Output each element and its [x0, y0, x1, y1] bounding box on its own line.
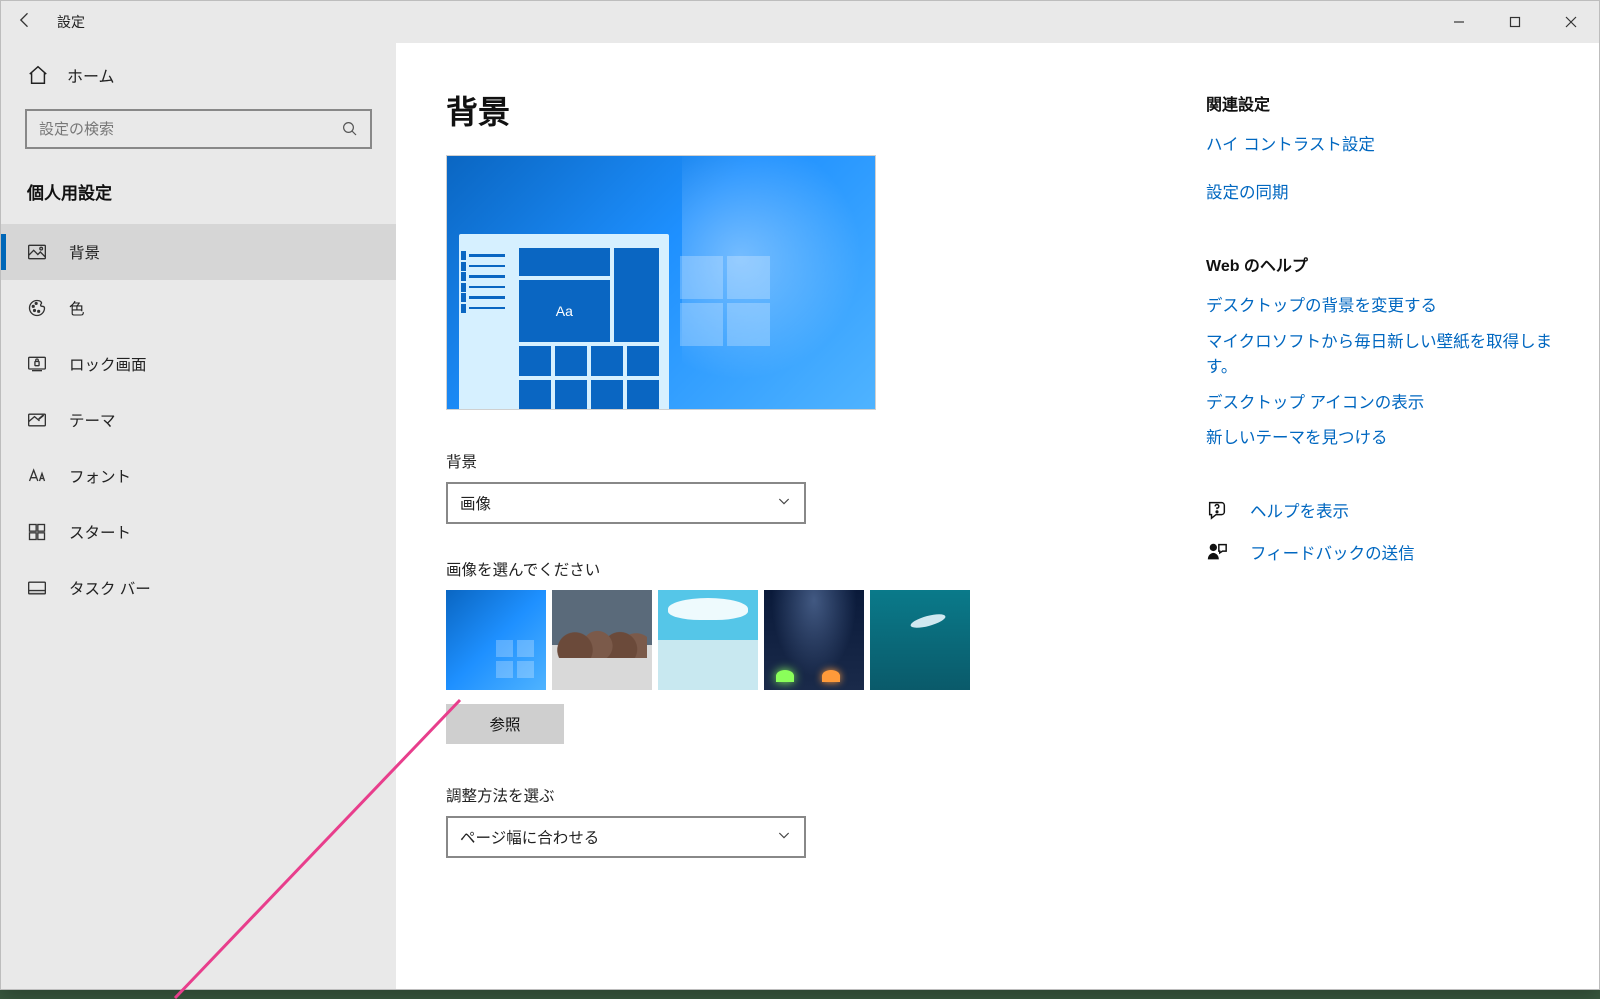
fit-label: 調整方法を選ぶ: [446, 784, 1086, 806]
web-link-find-themes[interactable]: 新しいテーマを見つける: [1206, 426, 1576, 452]
preview-sample-text: Aa: [519, 280, 610, 342]
web-link-change-bg[interactable]: デスクトップの背景を変更する: [1206, 294, 1576, 320]
back-button[interactable]: [1, 10, 49, 35]
select-value: 画像: [460, 492, 491, 514]
nav-item-taskbar[interactable]: タスク バー: [1, 560, 396, 616]
nav-label: 色: [69, 297, 85, 319]
picture-thumb-1[interactable]: [446, 590, 546, 690]
picture-thumbnails: [446, 590, 1086, 690]
minimize-button[interactable]: [1431, 1, 1487, 43]
search-icon: [330, 120, 370, 138]
close-button[interactable]: [1543, 1, 1599, 43]
sidebar: ホーム 個人用設定 背景: [1, 43, 396, 989]
related-settings-header: 関連設定: [1206, 91, 1576, 115]
chevron-down-icon: [776, 493, 792, 514]
help-label: ヘルプを表示: [1250, 498, 1349, 522]
window-title: 設定: [49, 12, 85, 32]
category-header: 個人用設定: [1, 167, 396, 224]
taskbar-icon: [27, 578, 49, 598]
preview-mock-window: Aa: [459, 234, 669, 409]
web-help-header: Web のヘルプ: [1206, 252, 1576, 276]
search-box[interactable]: [25, 109, 372, 149]
nav-label: タスク バー: [69, 577, 151, 599]
nav-label: ロック画面: [69, 353, 147, 375]
nav-item-themes[interactable]: テーマ: [1, 392, 396, 448]
nav-item-lockscreen[interactable]: ロック画面: [1, 336, 396, 392]
home-nav[interactable]: ホーム: [1, 51, 396, 99]
picture-icon: [27, 242, 49, 262]
feedback-label: フィードバックの送信: [1250, 540, 1415, 564]
feedback-icon: [1206, 541, 1228, 563]
nav-item-background[interactable]: 背景: [1, 224, 396, 280]
picture-thumb-2[interactable]: [552, 590, 652, 690]
give-feedback-link[interactable]: フィードバックの送信: [1206, 540, 1576, 564]
select-value: ページ幅に合わせる: [460, 826, 599, 848]
browse-button[interactable]: 参照: [446, 704, 564, 744]
nav-label: スタート: [69, 521, 131, 543]
right-column: 関連設定 ハイ コントラスト設定 設定の同期 Web のヘルプ デスクトップの背…: [1206, 87, 1576, 989]
picture-thumb-5[interactable]: [870, 590, 970, 690]
related-link-high-contrast[interactable]: ハイ コントラスト設定: [1206, 133, 1576, 159]
related-link-sync[interactable]: 設定の同期: [1206, 181, 1576, 207]
start-icon: [27, 522, 49, 542]
fonts-icon: [27, 466, 49, 486]
themes-icon: [27, 410, 49, 430]
page-title: 背景: [446, 87, 1086, 133]
picture-thumb-4[interactable]: [764, 590, 864, 690]
settings-window: 設定 ホーム: [0, 0, 1600, 990]
chevron-down-icon: [776, 827, 792, 848]
main-content: 背景 Aa 背景: [396, 43, 1599, 989]
home-icon: [27, 64, 49, 86]
nav-item-fonts[interactable]: フォント: [1, 448, 396, 504]
fit-select[interactable]: ページ幅に合わせる: [446, 816, 806, 858]
nav-list: 背景 色 ロック画面: [1, 224, 396, 616]
background-type-select[interactable]: 画像: [446, 482, 806, 524]
choose-picture-label: 画像を選んでください: [446, 558, 1086, 580]
nav-label: 背景: [69, 241, 100, 263]
background-preview: Aa: [446, 155, 876, 410]
search-input[interactable]: [27, 121, 330, 138]
maximize-button[interactable]: [1487, 1, 1543, 43]
titlebar: 設定: [1, 1, 1599, 43]
palette-icon: [27, 298, 49, 318]
web-link-daily-wallpaper[interactable]: マイクロソフトから毎日新しい壁紙を取得します。: [1206, 330, 1576, 381]
picture-thumb-3[interactable]: [658, 590, 758, 690]
nav-label: フォント: [69, 465, 131, 487]
get-help-link[interactable]: ヘルプを表示: [1206, 498, 1576, 522]
home-label: ホーム: [67, 63, 115, 87]
nav-label: テーマ: [69, 409, 116, 431]
background-type-label: 背景: [446, 450, 1086, 472]
web-link-desktop-icons[interactable]: デスクトップ アイコンの表示: [1206, 391, 1576, 417]
lockscreen-icon: [27, 354, 49, 374]
nav-item-colors[interactable]: 色: [1, 280, 396, 336]
help-icon: [1206, 499, 1228, 521]
nav-item-start[interactable]: スタート: [1, 504, 396, 560]
